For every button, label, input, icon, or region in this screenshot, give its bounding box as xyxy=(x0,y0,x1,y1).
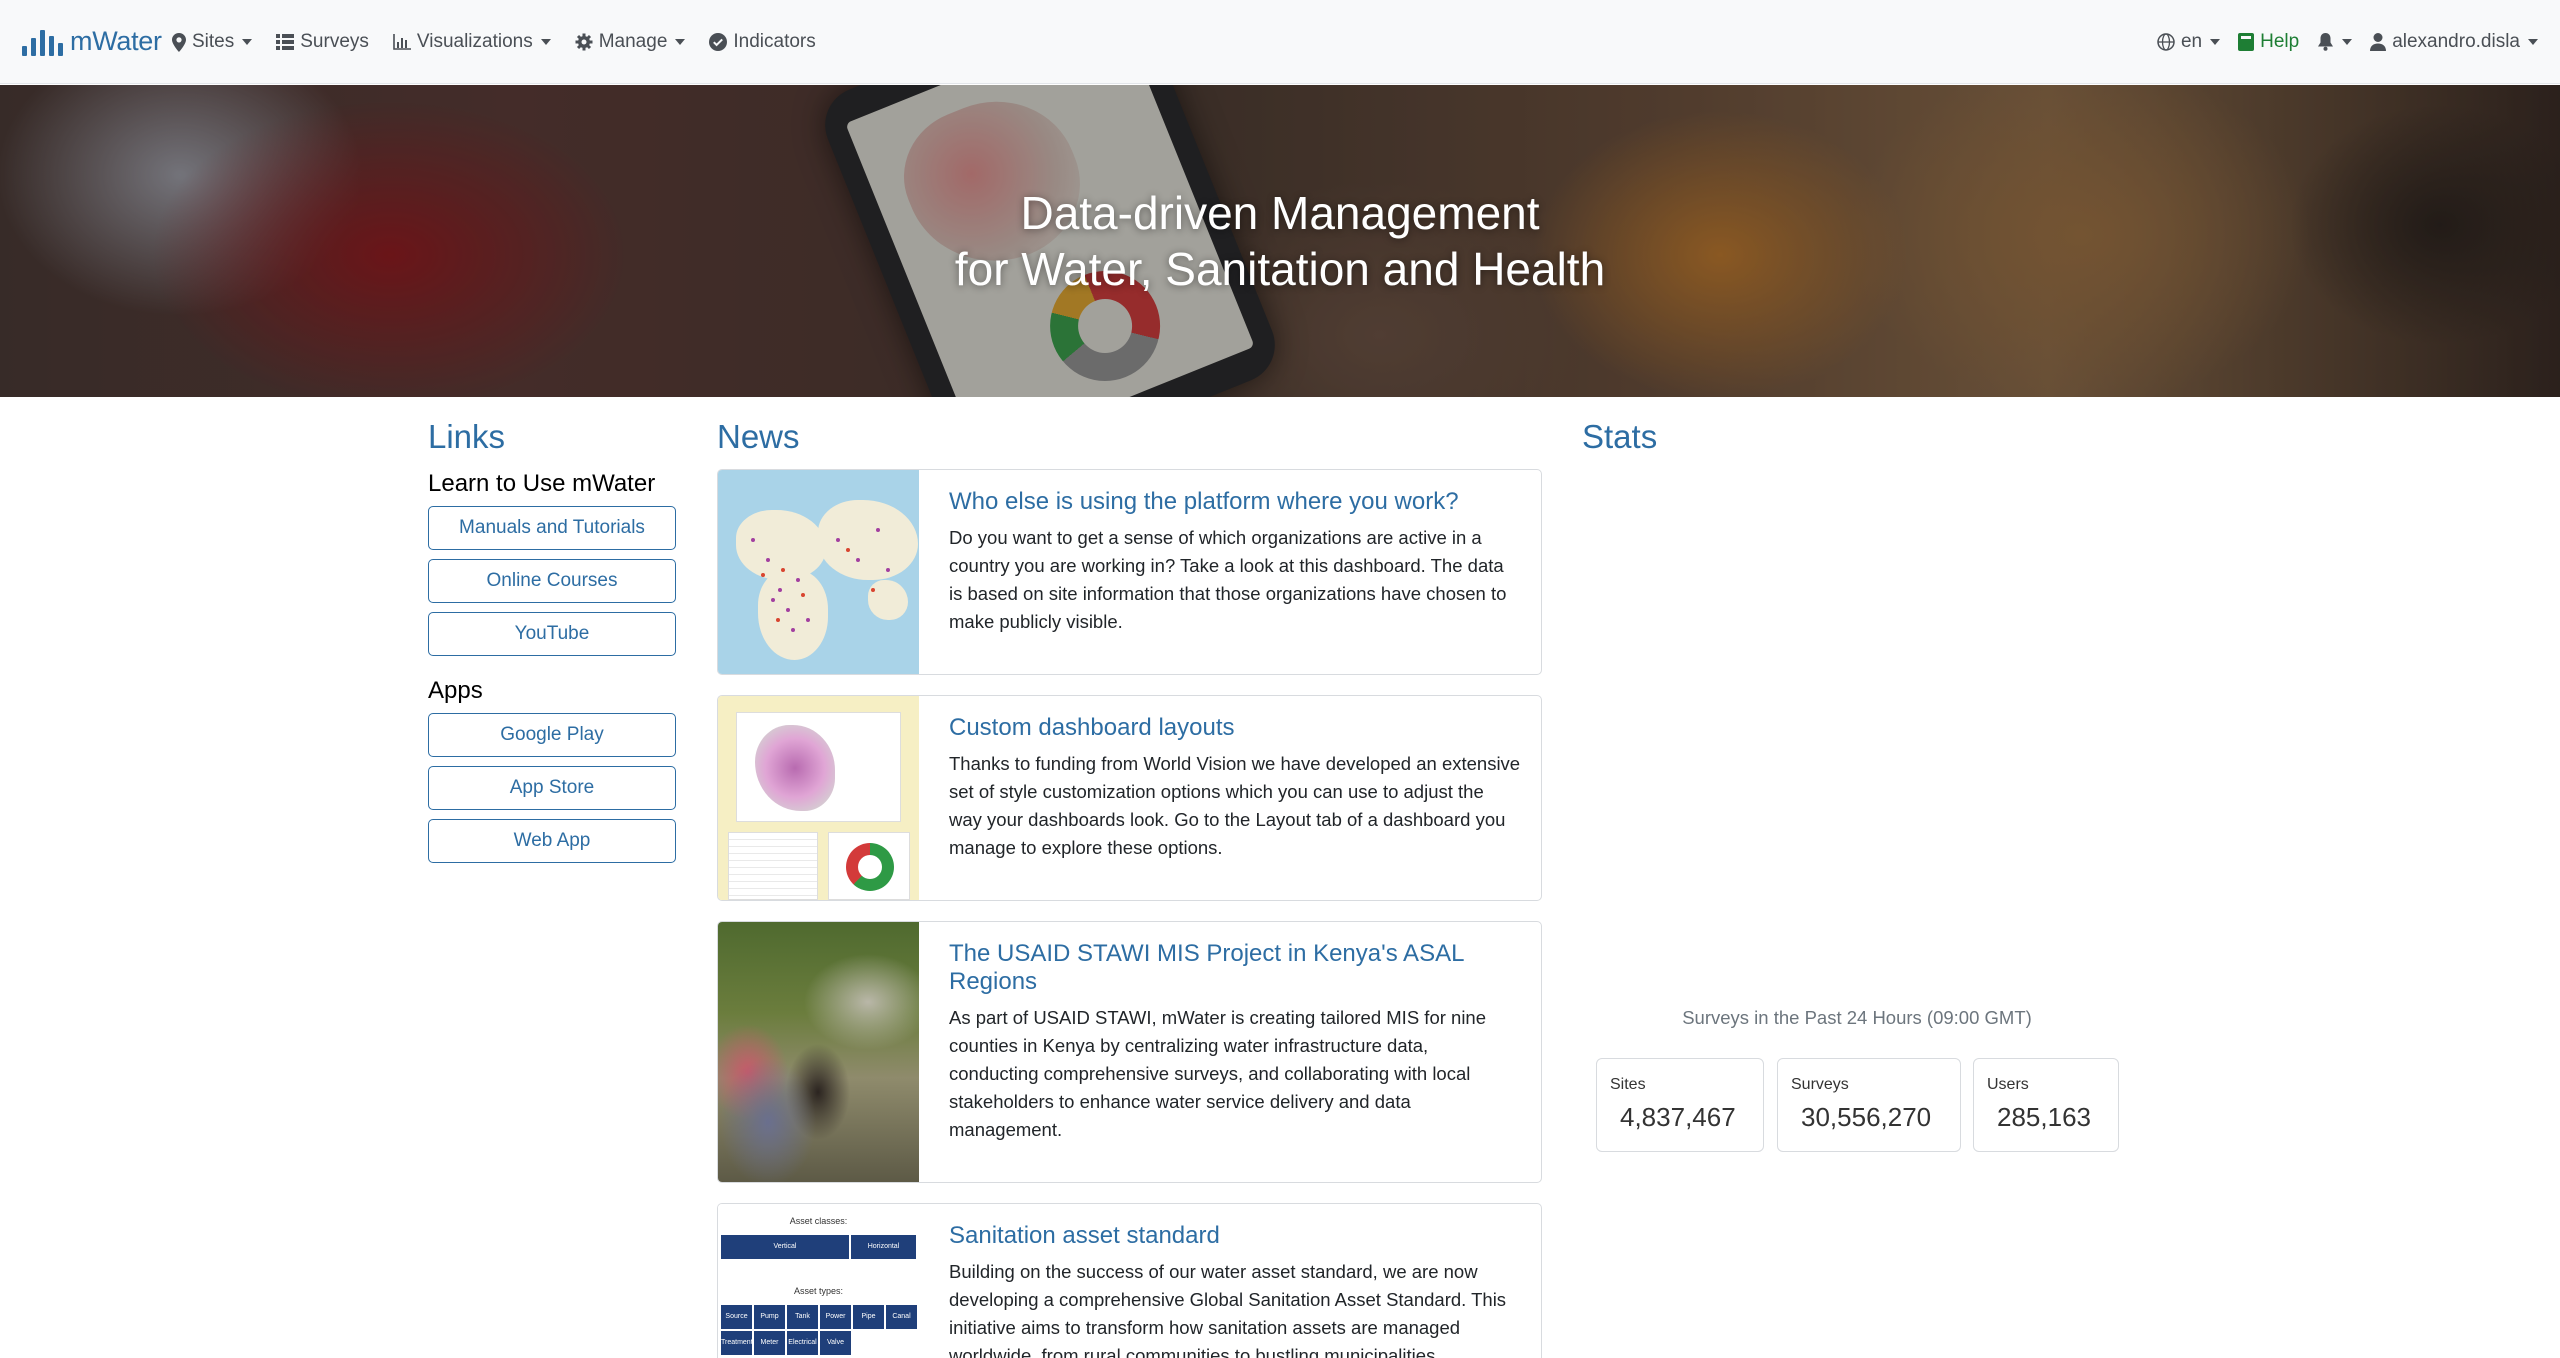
nav-visualizations[interactable]: Visualizations xyxy=(393,31,551,53)
news-heading: News xyxy=(717,418,800,455)
gear-icon xyxy=(575,33,593,51)
chart-icon xyxy=(393,34,411,50)
bar-chart-logo-icon xyxy=(22,24,63,56)
nav-indicators-label: Indicators xyxy=(733,31,816,52)
nav-manage[interactable]: Manage xyxy=(575,31,686,53)
news-title[interactable]: Custom dashboard layouts xyxy=(949,714,1521,742)
map-marker-icon xyxy=(172,32,186,52)
nav-surveys-label: Surveys xyxy=(300,31,369,52)
help-link[interactable]: Help xyxy=(2238,31,2299,53)
list-icon xyxy=(276,34,295,50)
learn-heading: Learn to Use mWater xyxy=(428,470,656,497)
stat-label: Users xyxy=(1987,1076,2029,1093)
stat-value: 285,163 xyxy=(1997,1102,2091,1132)
news-text: As part of USAID STAWI, mWater is creati… xyxy=(949,1007,1487,1140)
news-text: Do you want to get a sense of which orga… xyxy=(949,527,1507,632)
stats-caption: Surveys in the Past 24 Hours (09:00 GMT) xyxy=(1682,1007,2032,1028)
chevron-down-icon xyxy=(2342,39,2353,45)
stat-label: Surveys xyxy=(1791,1076,1849,1093)
brand-logo[interactable]: mWater xyxy=(22,20,162,56)
nav-sites[interactable]: Sites xyxy=(172,31,253,53)
nav-right: en Help alexandro.disla xyxy=(2157,0,2538,84)
notifications-menu[interactable] xyxy=(2317,33,2353,51)
news-thumbnail[interactable] xyxy=(718,696,919,900)
news-thumbnail[interactable] xyxy=(718,922,919,1182)
stat-card-sites: Sites 4,837,467 xyxy=(1596,1058,1764,1152)
app-store-button[interactable]: App Store xyxy=(428,766,676,810)
chevron-down-icon xyxy=(2528,39,2538,45)
stat-label: Sites xyxy=(1610,1076,1646,1093)
hero-banner: Data-driven Management for Water, Sanita… xyxy=(0,85,2560,397)
globe-icon xyxy=(2157,33,2175,51)
bell-icon xyxy=(2318,33,2334,51)
chevron-down-icon xyxy=(2210,39,2221,45)
user-menu[interactable]: alexandro.disla xyxy=(2370,31,2538,53)
brand-name: mWater xyxy=(70,26,162,56)
web-app-button[interactable]: Web App xyxy=(428,819,676,863)
apps-heading: Apps xyxy=(428,677,483,704)
chevron-down-icon xyxy=(242,39,253,45)
manuals-tutorials-button[interactable]: Manuals and Tutorials xyxy=(428,506,676,550)
help-label: Help xyxy=(2260,31,2300,52)
top-navbar: mWater Sites Surveys Visualizations Mana… xyxy=(0,0,2560,84)
nav-indicators[interactable]: Indicators xyxy=(709,31,816,53)
news-title[interactable]: The USAID STAWI MIS Project in Kenya's A… xyxy=(949,940,1521,996)
nav-surveys[interactable]: Surveys xyxy=(276,31,369,53)
news-thumbnail[interactable]: Asset classes: Vertical Horizontal Asset… xyxy=(718,1204,919,1358)
stat-card-users: Users 285,163 xyxy=(1973,1058,2119,1152)
main-nav: Sites Surveys Visualizations Manage Indi… xyxy=(172,0,816,84)
chevron-down-icon xyxy=(540,39,551,45)
youtube-button[interactable]: YouTube xyxy=(428,612,676,656)
language-label: en xyxy=(2180,31,2203,52)
nav-visualizations-label: Visualizations xyxy=(416,31,533,52)
news-text: Building on the success of our water ass… xyxy=(949,1261,1507,1358)
stat-value: 4,837,467 xyxy=(1620,1102,1736,1132)
language-selector[interactable]: en xyxy=(2157,31,2221,53)
news-item[interactable]: The USAID STAWI MIS Project in Kenya's A… xyxy=(717,921,1542,1183)
user-name: alexandro.disla xyxy=(2392,31,2520,52)
news-item[interactable]: Asset classes: Vertical Horizontal Asset… xyxy=(717,1203,1542,1358)
hero-title-line-2: for Water, Sanitation and Health xyxy=(954,243,1606,295)
user-icon xyxy=(2370,33,2387,51)
news-thumbnail[interactable] xyxy=(718,470,919,674)
nav-manage-label: Manage xyxy=(598,31,668,52)
hero-title-line-1: Data-driven Management xyxy=(1020,187,1540,239)
hero-title: Data-driven Management for Water, Sanita… xyxy=(0,185,2560,297)
online-courses-button[interactable]: Online Courses xyxy=(428,559,676,603)
chevron-down-icon xyxy=(675,39,686,45)
check-circle-icon xyxy=(709,33,728,51)
news-title[interactable]: Sanitation asset standard xyxy=(949,1222,1521,1250)
news-text: Thanks to funding from World Vision we h… xyxy=(949,753,1521,858)
news-item[interactable]: Who else is using the platform where you… xyxy=(717,469,1542,675)
links-heading: Links xyxy=(428,418,506,455)
nav-sites-label: Sites xyxy=(192,31,235,52)
links-column: Learn to Use mWater Manuals and Tutorial… xyxy=(428,470,676,872)
book-icon xyxy=(2238,33,2255,51)
news-item[interactable]: Custom dashboard layouts Thanks to fundi… xyxy=(717,695,1542,901)
google-play-button[interactable]: Google Play xyxy=(428,713,676,757)
stat-card-surveys: Surveys 30,556,270 xyxy=(1777,1058,1961,1152)
news-title[interactable]: Who else is using the platform where you… xyxy=(949,488,1521,516)
stats-heading: Stats xyxy=(1582,418,1658,455)
stat-value: 30,556,270 xyxy=(1801,1102,1932,1132)
